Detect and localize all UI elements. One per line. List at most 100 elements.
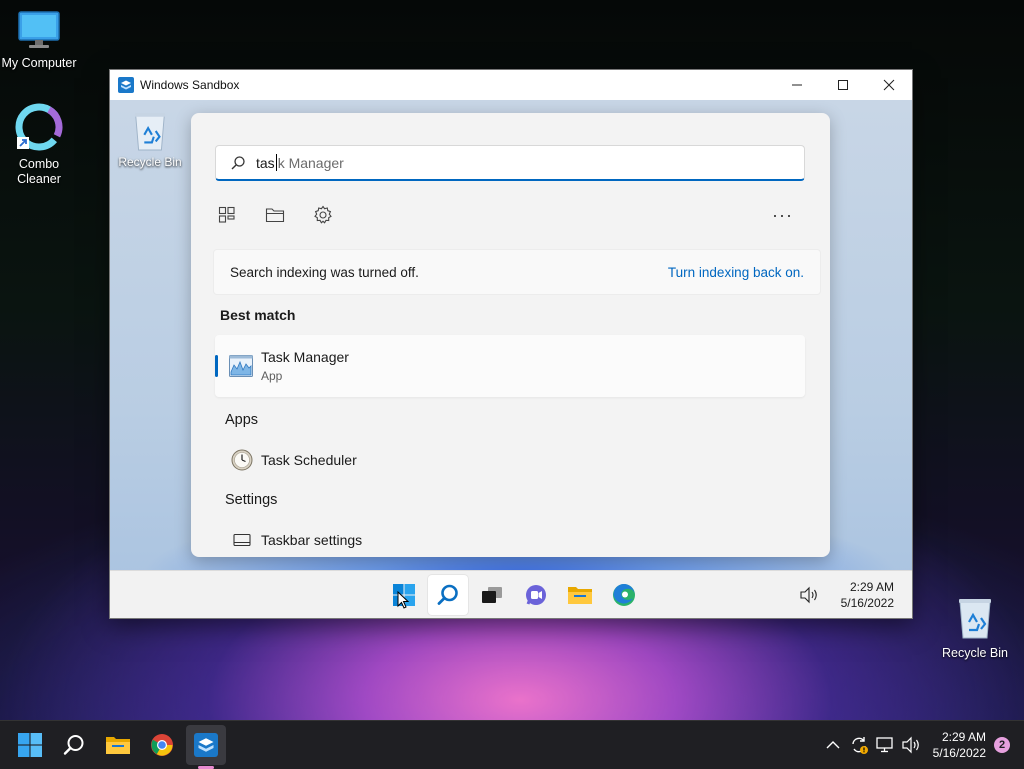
edge-browser-button[interactable] (604, 575, 644, 615)
search-icon (231, 155, 245, 169)
host-clock-time: 2:29 AM (941, 730, 986, 744)
window-titlebar[interactable]: Windows Sandbox (110, 70, 912, 100)
window-title: Windows Sandbox (140, 78, 240, 92)
notification-badge[interactable]: 2 (994, 737, 1010, 753)
chevron-up-icon (826, 741, 840, 749)
maximize-button[interactable] (820, 70, 866, 100)
file-explorer-button[interactable] (98, 725, 138, 765)
mouse-cursor-icon (397, 591, 409, 609)
sandbox-app-icon (194, 733, 218, 757)
volume-icon[interactable] (799, 586, 819, 604)
chrome-button[interactable] (142, 725, 182, 765)
sync-status-button[interactable] (847, 733, 871, 757)
sandbox-clock-time: 2:29 AM (849, 580, 894, 594)
sandbox-clock-date: 5/16/2022 (840, 596, 894, 610)
network-icon (875, 737, 893, 753)
gear-icon (314, 205, 332, 224)
monitor-icon (18, 11, 60, 48)
task-view-icon (482, 587, 502, 603)
match-highlight: Task (261, 452, 290, 468)
indexing-notice: Search indexing was turned off. Turn ind… (213, 249, 821, 295)
taskbar-settings-icon (233, 533, 251, 547)
desktop-icon-label: Recycle Bin (118, 155, 182, 169)
result-name: Task Scheduler (261, 452, 357, 468)
search-input[interactable]: tas k Manager (215, 145, 805, 181)
documents-filter-button[interactable] (263, 203, 287, 227)
chat-icon (526, 585, 546, 605)
match-highlight: Task (261, 532, 290, 548)
best-match-name: Task Manager (261, 349, 349, 365)
windows-logo-icon (18, 733, 42, 757)
search-filter-row: ··· (215, 203, 805, 227)
result-task-scheduler[interactable]: Task Scheduler (231, 448, 357, 472)
recycle-bin-icon (959, 599, 991, 639)
result-name: Taskbar settings (261, 532, 362, 548)
selection-indicator (215, 355, 218, 377)
desktop-icon-label: Recycle Bin (942, 646, 1008, 660)
apps-heading: Apps (225, 412, 259, 428)
settings-heading: Settings (225, 492, 278, 508)
text-caret (275, 154, 277, 171)
desktop-icon-my-computer[interactable]: My Computer (1, 10, 77, 71)
search-button[interactable] (54, 725, 94, 765)
clock-icon (231, 449, 253, 471)
host-clock[interactable]: 2:29 AM 5/16/2022 (933, 729, 986, 761)
chat-button[interactable] (516, 575, 556, 615)
folder-icon (568, 587, 592, 604)
search-autocomplete-text: k Manager (277, 154, 344, 171)
sync-warning-icon (851, 737, 868, 754)
show-hidden-icons-button[interactable] (821, 733, 845, 757)
search-typed-text: tas (256, 154, 275, 171)
folder-icon (106, 737, 130, 754)
host-clock-date: 5/16/2022 (932, 746, 986, 760)
recycle-bin-icon (134, 112, 166, 151)
edge-icon (613, 583, 635, 606)
desktop-icon-combo-cleaner[interactable]: Combo Cleaner (1, 103, 77, 187)
close-button[interactable] (866, 70, 912, 100)
sandbox-desktop: Recycle Bin tas k Manager ··· Search ind… (110, 100, 912, 618)
host-taskbar: 2:29 AM 5/16/2022 2 (0, 720, 1024, 769)
search-icon (63, 735, 84, 755)
minimize-icon (792, 84, 802, 86)
match-rest: Scheduler (289, 452, 357, 468)
file-explorer-button[interactable] (560, 575, 600, 615)
sandbox-app-icon (118, 77, 134, 93)
match-highlight: Task (261, 349, 290, 365)
sandbox-start-button[interactable] (384, 575, 424, 615)
start-button[interactable] (10, 725, 50, 765)
result-taskbar-settings[interactable]: Taskbar settings (231, 528, 362, 552)
maximize-icon (838, 80, 848, 90)
sandbox-clock[interactable]: 2:29 AM 5/16/2022 (841, 579, 894, 611)
match-rest: bar settings (289, 532, 363, 548)
windows-sandbox-taskbar-button[interactable] (186, 725, 226, 769)
search-icon (437, 584, 458, 605)
best-match-kind: App (261, 369, 283, 383)
task-view-button[interactable] (472, 575, 512, 615)
sandbox-taskbar: 2:29 AM 5/16/2022 (110, 570, 912, 618)
combo-cleaner-logo-icon (15, 103, 63, 151)
desktop-icon-recycle-bin[interactable]: Recycle Bin (937, 596, 1013, 661)
search-panel: tas k Manager ··· Search indexing was tu… (191, 113, 830, 557)
turn-indexing-on-link[interactable]: Turn indexing back on. (668, 265, 804, 280)
desktop-icon-label: Combo Cleaner (17, 157, 61, 186)
task-manager-icon (229, 355, 253, 377)
match-rest: Manager (289, 349, 349, 365)
sandbox-desktop-icon-recycle-bin[interactable]: Recycle Bin (116, 110, 184, 169)
best-match-heading: Best match (220, 307, 296, 323)
sandbox-window: Windows Sandbox Recycle Bin tas k Manage… (110, 70, 912, 618)
settings-filter-button[interactable] (311, 203, 335, 227)
more-options-button[interactable]: ··· (772, 205, 793, 226)
chrome-icon (151, 734, 173, 756)
minimize-button[interactable] (774, 70, 820, 100)
folder-icon (265, 208, 285, 223)
volume-button[interactable] (899, 733, 923, 757)
desktop-icon-label: My Computer (1, 56, 77, 70)
indexing-notice-message: Search indexing was turned off. (230, 264, 419, 280)
close-icon (883, 79, 895, 91)
best-match-result-task-manager[interactable]: Task Manager App (215, 335, 805, 397)
apps-filter-button[interactable] (215, 203, 239, 227)
sandbox-search-button[interactable] (428, 575, 468, 615)
network-button[interactable] (873, 733, 897, 757)
apps-grid-icon (218, 206, 235, 223)
volume-icon (902, 736, 919, 754)
